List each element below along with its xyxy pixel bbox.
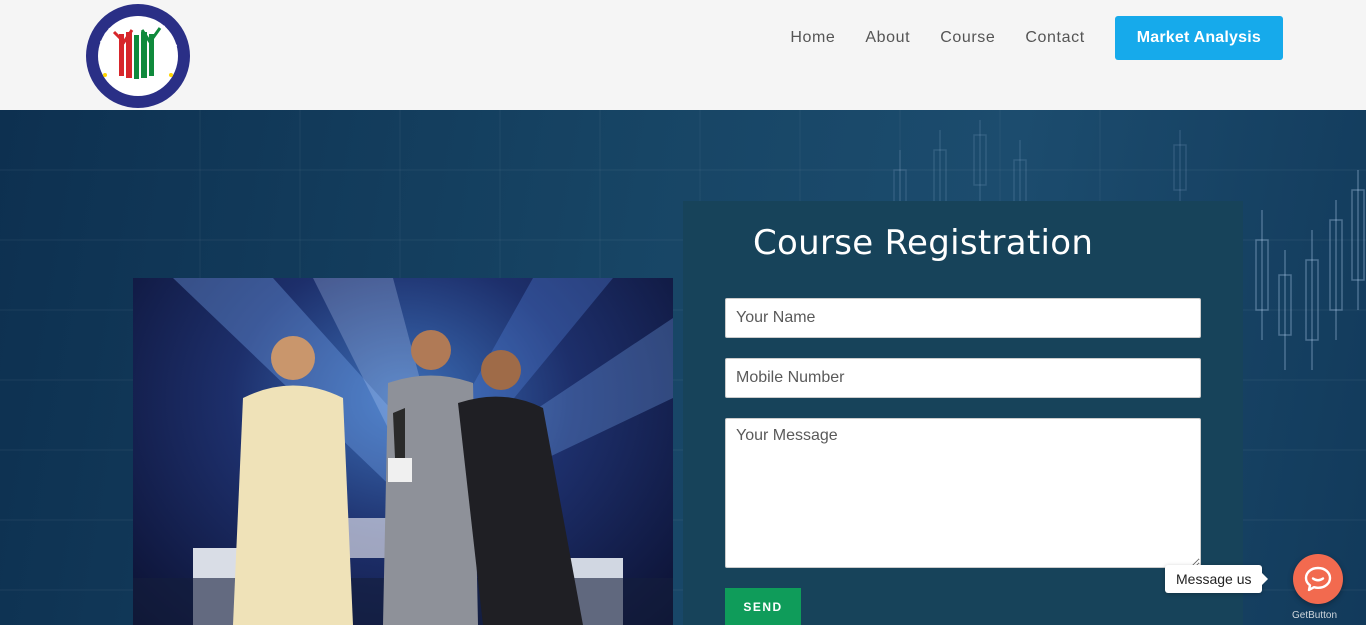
message-textarea[interactable] (725, 418, 1201, 568)
message-us-tooltip[interactable]: Message us (1165, 565, 1270, 593)
hero-section: Course Registration SEND (0, 110, 1366, 625)
logo-emblem-icon: Technical Share Training Institute ESTD.… (81, 0, 190, 108)
nav-contact-link[interactable]: Contact (1025, 29, 1084, 47)
award-ceremony-image-icon (133, 278, 673, 625)
chat-button[interactable] (1293, 554, 1343, 604)
send-button[interactable]: SEND (725, 588, 801, 625)
site-header: Technical Share Training Institute ESTD.… (0, 0, 1366, 110)
mobile-input[interactable] (725, 358, 1201, 398)
main-nav: Home About Course Contact Market Analysi… (790, 0, 1366, 75)
name-input[interactable] (725, 298, 1201, 338)
nav-about-link[interactable]: About (865, 29, 910, 47)
nav-course-link[interactable]: Course (940, 29, 995, 47)
getbutton-brand-text: GetButton (1292, 610, 1338, 621)
market-analysis-button[interactable]: Market Analysis (1114, 15, 1283, 60)
form-title: Course Registration (753, 223, 1094, 263)
site-logo[interactable]: Technical Share Training Institute ESTD.… (81, 0, 192, 108)
course-registration-card: Course Registration SEND (683, 201, 1243, 625)
nav-home-link[interactable]: Home (790, 29, 835, 47)
chat-bubble-icon (1304, 566, 1332, 592)
award-photo (133, 278, 673, 625)
